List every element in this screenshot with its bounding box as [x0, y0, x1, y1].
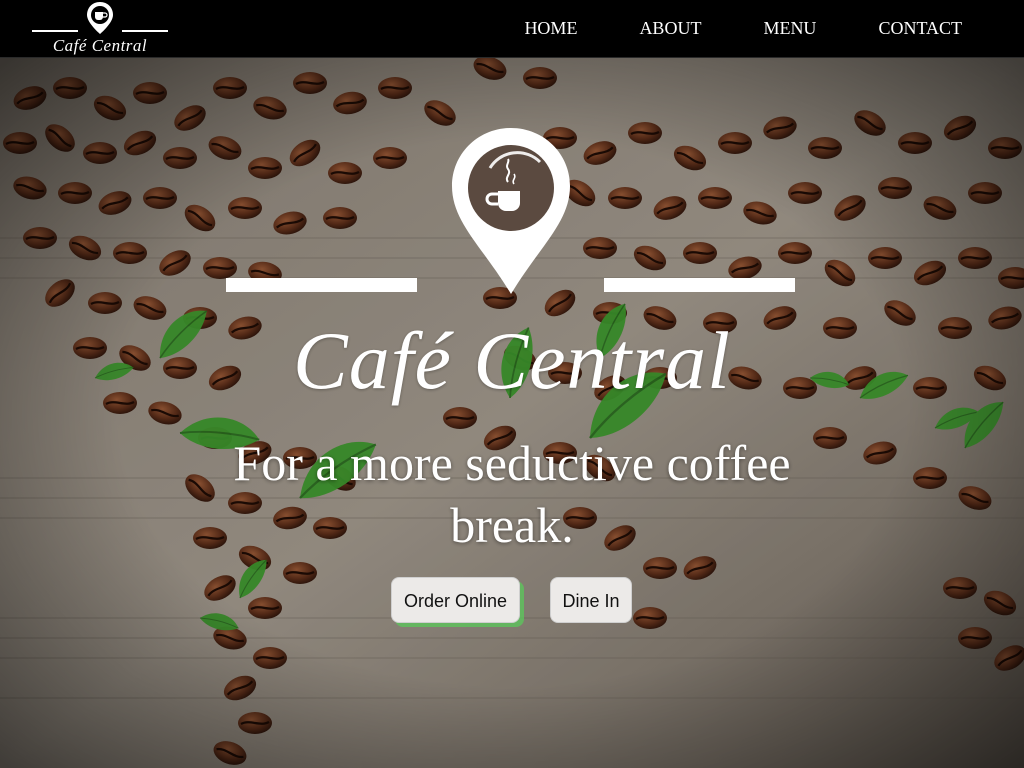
nav-link-contact[interactable]: CONTACT: [878, 0, 962, 57]
coffee-pin-icon: [87, 2, 113, 34]
hero-tagline: For a more seductive coffee break.: [233, 435, 791, 553]
logo-divider-right: [122, 30, 168, 32]
location-pin-coffee-cup-icon: [452, 128, 570, 294]
nav-link-home[interactable]: HOME: [524, 0, 577, 57]
nav-brand-text: Café Central: [52, 36, 148, 55]
nav-link-menu[interactable]: MENU: [763, 0, 816, 57]
hero-section: Café Central For a more seductive coffee…: [0, 58, 1024, 768]
hero-divider-right: [604, 278, 795, 292]
navbar: Café Central HOME ABOUT MENU CONTACT: [0, 0, 1024, 58]
dine-in-button[interactable]: Dine In: [550, 577, 632, 623]
order-online-button[interactable]: Order Online: [391, 577, 520, 623]
hero-buttons: Order Online Dine In: [0, 577, 1024, 627]
nav-logo[interactable]: Café Central: [30, 0, 170, 57]
nav-links: HOME ABOUT MENU CONTACT: [524, 0, 1024, 57]
nav-link-about[interactable]: ABOUT: [639, 0, 701, 57]
logo-divider-left: [32, 30, 78, 32]
hero-brand-title: Café Central: [293, 315, 731, 406]
hero-divider-left: [226, 278, 417, 292]
